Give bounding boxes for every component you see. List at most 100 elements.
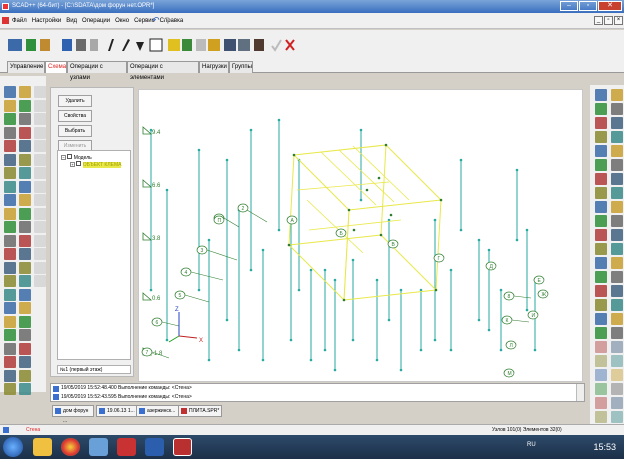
minimize-button[interactable]: ‒: [560, 1, 578, 11]
right-tool-icon[interactable]: [611, 187, 623, 199]
right-tool-icon[interactable]: [611, 355, 623, 367]
app-icon-3[interactable]: [89, 438, 108, 456]
right-tool-icon[interactable]: [595, 327, 607, 339]
left-tool-icon[interactable]: [4, 342, 16, 355]
frame-edge[interactable]: [293, 144, 387, 156]
right-tool-icon[interactable]: [595, 229, 607, 241]
right-tool-icon[interactable]: [595, 313, 607, 325]
frame-node[interactable]: [292, 153, 296, 157]
select-button[interactable]: Выбрать: [58, 125, 92, 137]
node-point[interactable]: [533, 348, 537, 352]
right-tool-icon[interactable]: [611, 369, 623, 381]
left-tool-icon[interactable]: [19, 221, 31, 233]
node-point[interactable]: [333, 368, 337, 372]
menu-item[interactable]: Настройки: [32, 13, 61, 29]
left-tool-icon[interactable]: [34, 167, 46, 179]
left-tool-icon[interactable]: [34, 207, 46, 220]
tool-wall-icon[interactable]: [238, 39, 250, 51]
right-tool-icon[interactable]: [595, 341, 607, 353]
chrome-icon[interactable]: [61, 438, 80, 456]
node-point[interactable]: [419, 288, 423, 292]
left-tool-icon[interactable]: [34, 261, 46, 274]
frame-node[interactable]: [365, 188, 369, 192]
mdi-minimize-button[interactable]: _: [594, 16, 603, 25]
frame-node[interactable]: [287, 243, 291, 247]
node-point[interactable]: [207, 358, 211, 362]
frame-edge[interactable]: [288, 244, 345, 301]
frame-node[interactable]: [434, 288, 438, 292]
node-point[interactable]: [459, 228, 463, 232]
left-tool-icon[interactable]: [4, 221, 16, 233]
tool-pencil-icon[interactable]: [122, 39, 130, 51]
left-tool-icon[interactable]: [4, 207, 16, 220]
node-point[interactable]: [197, 288, 201, 292]
tool-print-icon[interactable]: [254, 39, 264, 51]
model-drawing[interactable]: 9.46.63.80.6-1.812345678AБВГДЕЖИКЛМПXZ: [139, 90, 584, 383]
properties-button[interactable]: Свойства: [58, 110, 92, 122]
frame-edge[interactable]: [348, 199, 442, 211]
doc-tab-2[interactable]: 19.06.13 1...: [96, 405, 138, 417]
frame-edge[interactable]: [385, 144, 442, 201]
tool-bars-icon[interactable]: [62, 39, 72, 51]
language-indicator[interactable]: RU: [527, 442, 536, 448]
node-point[interactable]: [261, 248, 265, 252]
node-point[interactable]: [419, 348, 423, 352]
tool-frame-icon[interactable]: [149, 38, 163, 52]
delete-button[interactable]: Удалить: [58, 95, 92, 107]
node-point[interactable]: [309, 268, 313, 272]
node-point[interactable]: [359, 198, 363, 202]
right-tool-icon[interactable]: [611, 117, 623, 129]
tool-load-icon[interactable]: [208, 39, 220, 51]
menu-item[interactable]: Операции: [82, 13, 110, 29]
left-tool-icon[interactable]: [19, 302, 31, 314]
mdi-restore-button[interactable]: ▫: [604, 16, 613, 25]
node-point[interactable]: [515, 168, 519, 172]
right-tool-icon[interactable]: [595, 257, 607, 269]
tab-management[interactable]: Управление: [7, 61, 45, 73]
left-tool-icon[interactable]: [4, 140, 16, 152]
tab-scheme[interactable]: Схема: [45, 61, 67, 73]
right-tool-icon[interactable]: [595, 285, 607, 297]
node-point[interactable]: [165, 338, 169, 342]
frame-node[interactable]: [377, 176, 381, 180]
left-tool-icon[interactable]: [34, 221, 46, 233]
maximize-button[interactable]: ▫: [579, 1, 597, 11]
tree-node-model[interactable]: − Модель: [61, 154, 92, 161]
tool-elements-icon[interactable]: [40, 39, 50, 51]
frame-node[interactable]: [389, 213, 393, 217]
left-tool-icon[interactable]: [19, 194, 31, 206]
node-point[interactable]: [499, 348, 503, 352]
left-tool-icon[interactable]: [4, 194, 16, 206]
node-point[interactable]: [459, 158, 463, 162]
close-button[interactable]: ✕: [598, 1, 622, 11]
right-tool-icon[interactable]: [611, 313, 623, 325]
node-point[interactable]: [499, 288, 503, 292]
left-tool-icon[interactable]: [34, 113, 46, 125]
node-point[interactable]: [375, 358, 379, 362]
left-tool-icon[interactable]: [4, 234, 16, 247]
node-point[interactable]: [149, 288, 153, 292]
frame-edge[interactable]: [288, 234, 382, 246]
log-scrollbar[interactable]: [576, 384, 584, 401]
left-tool-icon[interactable]: [34, 275, 46, 287]
left-tool-icon[interactable]: [4, 113, 16, 125]
apply-check-icon[interactable]: [271, 39, 282, 52]
node-point[interactable]: [277, 118, 281, 122]
tool-dimension-icon[interactable]: [136, 42, 144, 51]
right-tool-icon[interactable]: [595, 187, 607, 199]
left-tool-icon[interactable]: [19, 383, 31, 395]
right-tool-icon[interactable]: [611, 159, 623, 171]
node-point[interactable]: [433, 338, 437, 342]
tool-grid-icon[interactable]: [168, 39, 180, 51]
frame-node[interactable]: [342, 298, 346, 302]
node-point[interactable]: [323, 268, 327, 272]
left-tool-icon[interactable]: [34, 234, 46, 247]
right-tool-icon[interactable]: [611, 229, 623, 241]
left-tool-icon[interactable]: [19, 167, 31, 179]
menu-item[interactable]: Файл: [12, 13, 27, 29]
right-tool-icon[interactable]: [611, 341, 623, 353]
node-point[interactable]: [323, 348, 327, 352]
frame-grid-line[interactable]: [308, 219, 402, 231]
right-tool-icon[interactable]: [595, 271, 607, 283]
frame-node[interactable]: [439, 198, 443, 202]
